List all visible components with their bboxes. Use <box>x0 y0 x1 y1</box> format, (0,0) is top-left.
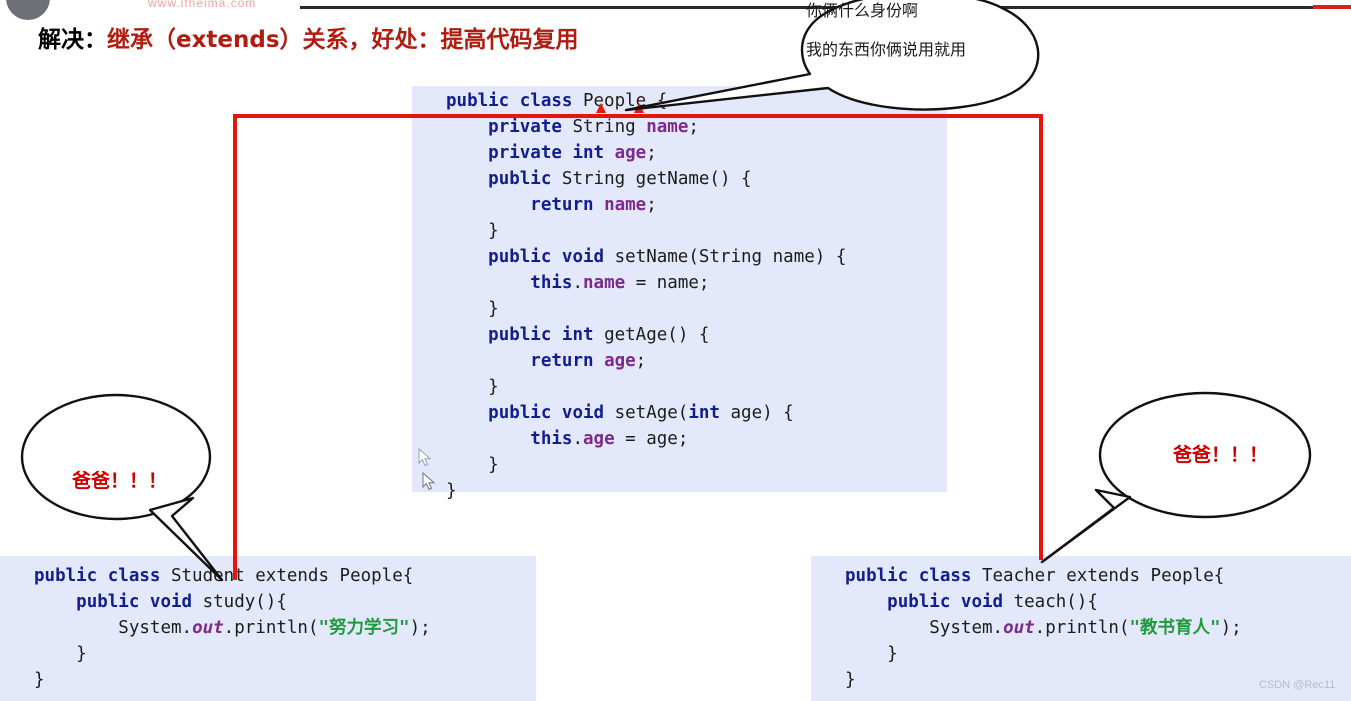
mouse-cursor-icon <box>422 472 436 491</box>
site-url-watermark: www.itheima.com <box>148 0 257 10</box>
bubble-right-label: 爸爸！！！ <box>1173 444 1269 466</box>
page-title-emphasis: 继承（extends）关系，好处：提高代码复用 <box>107 27 579 53</box>
page-title: 解决：继承（extends）关系，好处：提高代码复用 <box>38 20 579 54</box>
bubble-top-right-line-2: 我的东西你俩说用就用 <box>806 40 967 59</box>
red-arrow-up-icon <box>634 103 644 113</box>
annotation-rect-right-edge <box>1039 114 1043 560</box>
page-title-prefix: 解决： <box>38 27 107 53</box>
annotation-rect-top-edge <box>233 114 1043 118</box>
code-block-student: public class Student extends People{ pub… <box>0 556 536 701</box>
bubble-right-tail <box>1040 488 1132 564</box>
bubble-top-right-line-1: 你俩什么身份啊 <box>806 1 919 20</box>
annotation-rect-left-edge <box>233 114 237 580</box>
bubble-left-label: 爸爸！！！ <box>72 470 168 492</box>
code-block-people: public class People { private String nam… <box>412 86 947 501</box>
top-decoration-strip: www.itheima.com <box>0 0 1351 20</box>
mouse-cursor-icon <box>418 448 432 467</box>
red-arrow-up-icon <box>596 103 606 113</box>
site-logo-icon <box>6 0 50 20</box>
top-rule-red-accent <box>1313 5 1351 9</box>
csdn-watermark: CSDN @Rec11 <box>1259 679 1336 691</box>
bubble-left-shape <box>20 393 212 521</box>
